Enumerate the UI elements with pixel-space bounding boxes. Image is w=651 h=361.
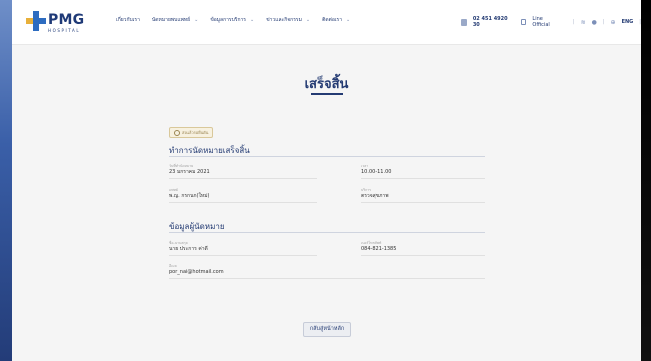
field-underline	[361, 255, 485, 256]
field-appointment-time: เวลา 10.00-11.00	[361, 164, 391, 176]
nav-item-0[interactable]: เกี่ยวกับเรา	[116, 16, 140, 24]
window-edge-right	[641, 0, 651, 361]
field-value: 084-821-1385	[361, 246, 397, 252]
nav-item-label: ข่าวและกิจกรรม	[266, 17, 302, 23]
nav-item-label: เกี่ยวกับเรา	[116, 17, 140, 23]
chevron-down-icon: ⌄	[250, 17, 255, 23]
field-underline	[169, 278, 485, 279]
divider: |	[572, 19, 575, 25]
line-official-link[interactable]: Line Official	[532, 16, 556, 28]
phone-number[interactable]: 02 451 4920 30	[473, 16, 509, 28]
summary-card: ส่งแล้วรอยืนยัน ทำการนัดหมายเสร็จสิ้น วั…	[157, 118, 498, 293]
page-title: เสร็จสิ้น	[304, 77, 349, 92]
field-value: พ.ญ. กรกนก(ใหม่)	[169, 193, 210, 199]
field-value: por_nai@hotmail.com	[169, 269, 224, 275]
site-header: PMG HOSPITAL เกี่ยวกับเรา นัดหมายพบแพทย์ ⌄…	[12, 0, 641, 45]
title-underline	[311, 93, 343, 95]
cross-logo-icon	[26, 11, 46, 31]
chevron-down-icon: ⌄	[346, 17, 351, 23]
chevron-down-icon: ⌄	[305, 17, 311, 23]
section-divider	[169, 156, 485, 157]
field-doctor: แพทย์ พ.ญ. กรกนก(ใหม่)	[169, 188, 209, 200]
logo-subtext: HOSPITAL	[48, 28, 81, 33]
nav-item-1[interactable]: นัดหมายพบแพทย์ ⌄	[152, 16, 198, 24]
field-patient-name: ชื่อ-นามสกุล นาย ประการ ค่าดี	[169, 241, 208, 253]
field-underline	[169, 255, 317, 256]
nav-item-3[interactable]: ข่าวและกิจกรรม ⌄	[266, 16, 310, 24]
divider: |	[602, 19, 605, 25]
user-icon[interactable]: ●	[592, 19, 597, 26]
nav-item-label: นัดหมายพบแพทย์	[151, 17, 191, 23]
logo-text: PMG	[48, 12, 85, 28]
field-patient-phone: เบอร์โทรศัพท์ 084-821-1385	[361, 241, 396, 253]
nav-item-4[interactable]: ติดต่อเรา ⌄	[322, 16, 350, 24]
phone-icon	[461, 18, 467, 26]
field-underline	[169, 178, 317, 179]
nav-item-2[interactable]: ข้อมูลการบริการ ⌄	[210, 16, 254, 24]
nav-item-label: ข้อมูลการบริการ	[210, 17, 246, 23]
line-icon	[521, 19, 527, 25]
main-nav: เกี่ยวกับเรา นัดหมายพบแพทย์ ⌄ ข้อมูลการบริก…	[116, 16, 350, 24]
field-value: ตรวจสุขภาพ	[361, 193, 389, 199]
field-patient-email: อีเมล por_nai@hotmail.com	[169, 264, 224, 276]
field-service: บริการ ตรวจสุขภาพ	[361, 188, 389, 200]
divider: |	[639, 19, 641, 25]
status-badge: ส่งแล้วรอยืนยัน	[169, 127, 214, 138]
field-value: 10.00-11.00	[361, 169, 392, 175]
field-underline	[169, 202, 317, 203]
section-divider	[169, 232, 485, 233]
nav-item-label: ติดต่อเรา	[322, 17, 343, 23]
page: PMG HOSPITAL เกี่ยวกับเรา นัดหมายพบแพทย์ ⌄…	[12, 0, 641, 361]
language-switch[interactable]: ENG	[622, 19, 634, 25]
globe-icon: ⊕	[610, 18, 616, 26]
field-appointment-date: วันที่ทำนัดหมาย 23 มกราคม 2021	[169, 164, 210, 176]
status-badge-label: ส่งแล้วรอยืนยัน	[182, 130, 209, 135]
back-to-home-button[interactable]: กลับสู่หน้าหลัก	[303, 322, 351, 337]
header-contact: 02 451 4920 30 Line Official | ≋ ● | ⊕ E…	[461, 16, 641, 28]
field-underline	[361, 202, 485, 203]
window-edge-left	[0, 0, 12, 361]
clock-icon	[174, 129, 180, 136]
field-underline	[361, 178, 485, 179]
logo[interactable]: PMG HOSPITAL	[26, 10, 96, 36]
field-value: นาย ประการ ค่าดี	[169, 246, 208, 252]
chevron-down-icon: ⌄	[194, 17, 199, 23]
accessibility-icon[interactable]: ≋	[581, 19, 586, 26]
field-value: 23 มกราคม 2021	[169, 169, 210, 175]
